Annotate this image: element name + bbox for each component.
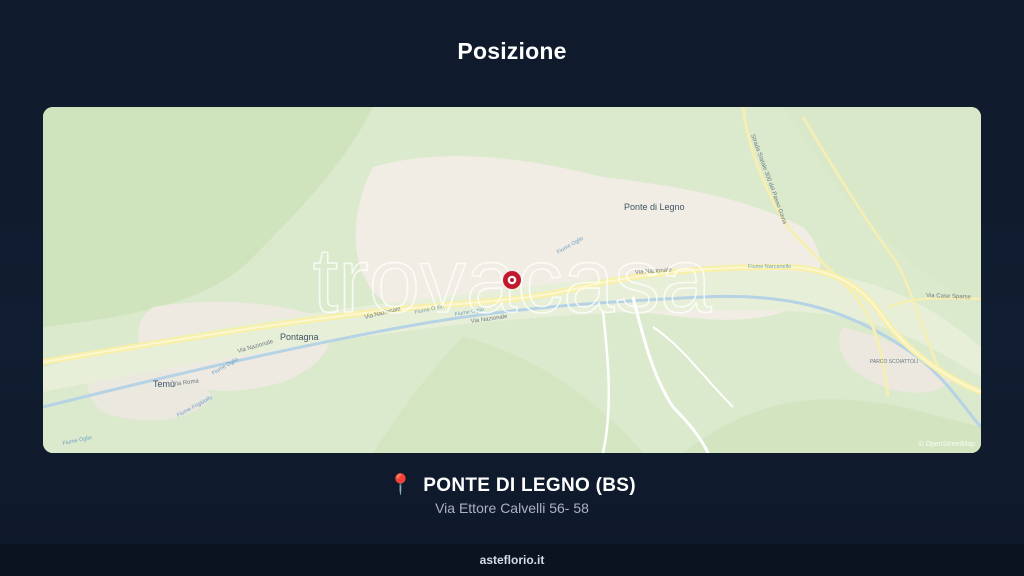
location-marker-icon[interactable] — [503, 271, 521, 289]
label-pontagna: Pontagna — [280, 332, 319, 342]
location-heading: 📍 PONTE DI LEGNO (BS) — [0, 472, 1024, 497]
map-attribution[interactable]: © OpenStreetMap — [918, 440, 975, 448]
location-address: Via Ettore Calvelli 56- 58 — [435, 500, 589, 516]
map-canvas[interactable]: Ponte di Legno Pontagna Temù Via Roma Vi… — [43, 107, 981, 453]
location-name: PONTE DI LEGNO (BS) — [423, 475, 636, 496]
label-fiume-narcanello: Fiume Narcanello — [748, 264, 791, 270]
map[interactable]: Ponte di Legno Pontagna Temù Via Roma Vi… — [43, 107, 981, 453]
pushpin-icon: 📍 — [388, 474, 414, 496]
footer: asteflorio.it — [0, 544, 1024, 576]
label-parco-scoiattoli: PARCO SCOIATTOLI — [870, 359, 918, 365]
label-temu: Temù — [153, 379, 175, 389]
page-title: Posizione — [457, 38, 567, 64]
footer-brand[interactable]: asteflorio.it — [480, 553, 545, 567]
label-ponte-di-legno: Ponte di Legno — [624, 202, 685, 212]
